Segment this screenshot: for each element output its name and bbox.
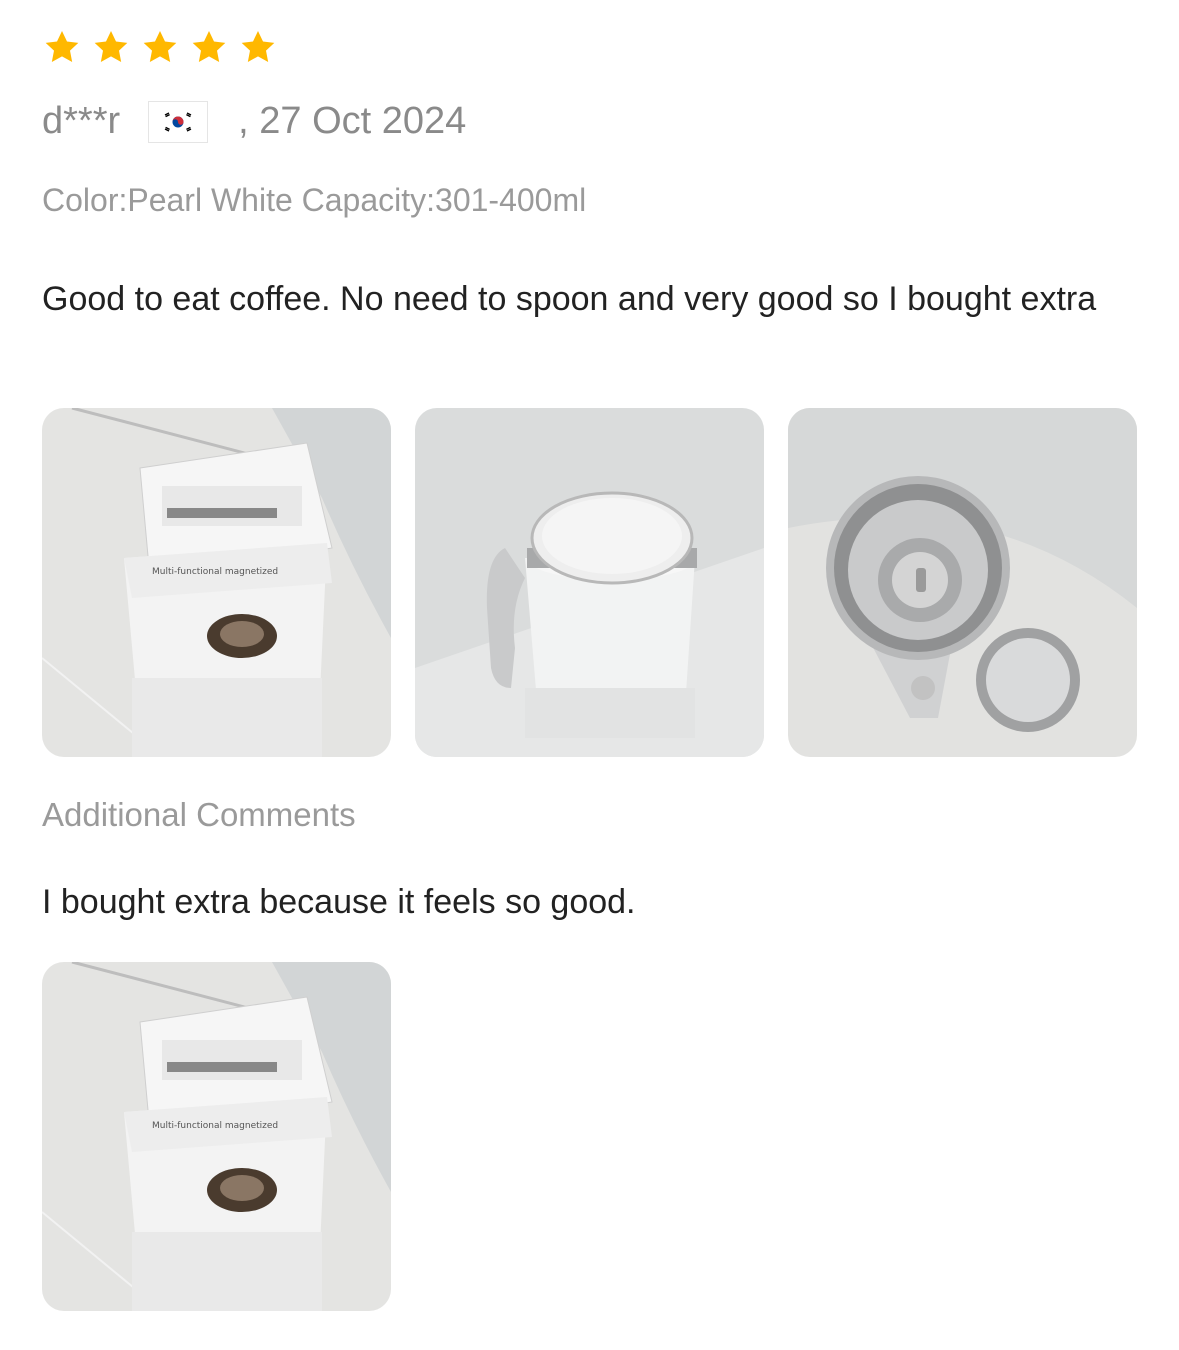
star-icon — [192, 31, 226, 63]
box-photo: Multi-functional magnetized — [42, 962, 391, 1311]
additional-photo-box[interactable]: Multi-functional magnetized — [42, 962, 391, 1311]
additional-comment-body: I bought extra because it feels so good. — [42, 883, 636, 921]
review-photo-mug-closed[interactable] — [415, 408, 764, 757]
star-icon — [241, 31, 275, 63]
svg-text:Multi-functional magnetized: Multi-functional magnetized — [152, 567, 278, 577]
mug-open-photo — [788, 408, 1137, 757]
mug-closed-photo — [415, 408, 764, 757]
rating-stars — [42, 28, 278, 68]
reviewer-meta: d***r , 27 Oct 2024 — [42, 100, 466, 143]
additional-comments-heading: Additional Comments — [42, 796, 356, 833]
box-photo: Multi-functional magnetized — [42, 408, 391, 757]
svg-text:Multi-functional magnetized: Multi-functional magnetized — [152, 1121, 278, 1131]
star-icon — [94, 31, 128, 63]
review-photo-box[interactable]: Multi-functional magnetized — [42, 408, 391, 757]
review-photo-mug-open[interactable] — [788, 408, 1137, 757]
star-icon — [143, 31, 177, 63]
star-icon — [45, 31, 79, 63]
sku-info: Color:Pearl White Capacity:301-400ml — [42, 182, 587, 218]
south-korea-flag-icon — [148, 100, 209, 143]
reviewer-name: d***r — [42, 100, 121, 142]
review-date: , 27 Oct 2024 — [238, 100, 467, 142]
review-body: Good to eat coffee. No need to spoon and… — [42, 280, 1097, 318]
